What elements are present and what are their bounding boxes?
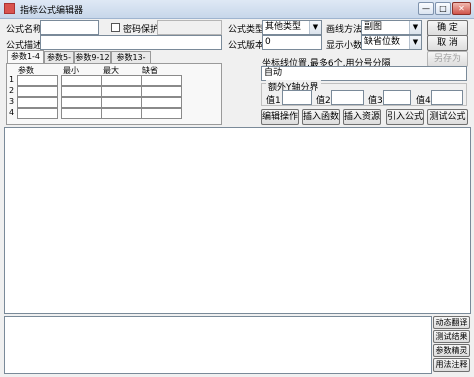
save-as-button[interactable]: 另存为	[427, 51, 468, 67]
param-cell[interactable]	[61, 108, 102, 119]
row-header: 3	[9, 97, 15, 106]
param-cell[interactable]	[101, 108, 142, 119]
param-cell[interactable]	[101, 86, 142, 97]
app-icon	[4, 3, 15, 14]
minimize-button[interactable]: —	[418, 2, 434, 15]
yaxis-value4-input[interactable]	[431, 90, 463, 105]
tab-params-1-4[interactable]: 参数1-4	[7, 50, 44, 64]
coords-input[interactable]: 自动	[261, 66, 467, 81]
tab-params-5-8[interactable]: 参数5-8	[44, 51, 74, 73]
cancel-button[interactable]: 取 消	[427, 35, 468, 51]
draw-method-label: 画线方法	[326, 25, 363, 35]
import-formula-button[interactable]: 引入公式	[386, 109, 424, 125]
formula-name-label: 公式名称	[6, 25, 43, 35]
row-header: 1	[9, 75, 15, 84]
param-cell[interactable]	[141, 108, 182, 119]
password-input[interactable]	[157, 20, 222, 35]
maximize-button[interactable]: □	[435, 2, 451, 15]
ok-button[interactable]: 确 定	[427, 20, 468, 36]
param-cell[interactable]	[141, 75, 182, 86]
draw-method-value: 副图	[364, 22, 383, 32]
password-checkbox[interactable]	[111, 23, 120, 32]
title-bar: 指标公式编辑器 — □ ✕	[0, 0, 474, 19]
output-area[interactable]	[4, 316, 432, 374]
edit-ops-button[interactable]: 编辑操作	[261, 109, 299, 125]
param-cell[interactable]	[17, 108, 58, 119]
param-cell[interactable]	[141, 97, 182, 108]
chevron-down-icon: ▼	[409, 36, 421, 49]
usage-notes-button[interactable]: 用法注释	[433, 358, 470, 372]
password-label: 密码保护	[123, 25, 160, 35]
decimals-label: 显示小数	[326, 41, 363, 51]
param-wizard-button[interactable]: 参数精灵	[433, 344, 470, 357]
yaxis-value2-input[interactable]	[331, 90, 364, 105]
yaxis-value3-input[interactable]	[383, 90, 411, 105]
param-cell[interactable]	[61, 86, 102, 97]
yaxis-value3-label: 值3	[368, 96, 383, 106]
yaxis-value2-label: 值2	[316, 96, 331, 106]
tab-params-13-16[interactable]: 参数13-16	[111, 51, 151, 73]
param-cell[interactable]	[17, 97, 58, 108]
formula-editor[interactable]	[4, 127, 471, 314]
chevron-down-icon: ▼	[309, 21, 321, 34]
yaxis-value1-label: 值1	[266, 96, 281, 106]
yaxis-value4-label: 值4	[416, 96, 431, 106]
chevron-down-icon: ▼	[409, 21, 421, 34]
param-cell[interactable]	[101, 97, 142, 108]
formula-version-input[interactable]: 0	[262, 35, 322, 50]
tab-params-9-12[interactable]: 参数9-12	[74, 51, 111, 63]
window-title: 指标公式编辑器	[20, 6, 84, 16]
param-cell[interactable]	[61, 97, 102, 108]
test-formula-button[interactable]: 测试公式	[427, 109, 468, 125]
decimals-select[interactable]: 缺省位数 ▼	[361, 35, 422, 50]
formula-name-input[interactable]	[40, 20, 99, 35]
row-header: 4	[9, 108, 15, 117]
yaxis-value1-input[interactable]	[282, 90, 312, 105]
param-cell[interactable]	[141, 86, 182, 97]
param-cell[interactable]	[17, 75, 58, 86]
draw-method-select[interactable]: 副图 ▼	[361, 20, 422, 35]
formula-type-select[interactable]: 其他类型 ▼	[262, 20, 322, 35]
test-result-button[interactable]: 测试结果	[433, 330, 470, 343]
formula-type-value: 其他类型	[265, 22, 302, 32]
formula-version-label: 公式版本	[228, 41, 265, 51]
formula-desc-input[interactable]	[40, 35, 222, 50]
insert-func-button[interactable]: 插入函数	[302, 109, 340, 125]
formula-type-label: 公式类型	[228, 25, 265, 35]
row-header: 2	[9, 86, 15, 95]
param-cell[interactable]	[61, 75, 102, 86]
insert-resource-button[interactable]: 插入资源	[343, 109, 381, 125]
decimals-value: 缺省位数	[364, 37, 401, 47]
dynamic-translate-button[interactable]: 动态翻译	[433, 316, 470, 329]
param-cell[interactable]	[101, 75, 142, 86]
param-cell[interactable]	[17, 86, 58, 97]
close-button[interactable]: ✕	[452, 2, 471, 15]
